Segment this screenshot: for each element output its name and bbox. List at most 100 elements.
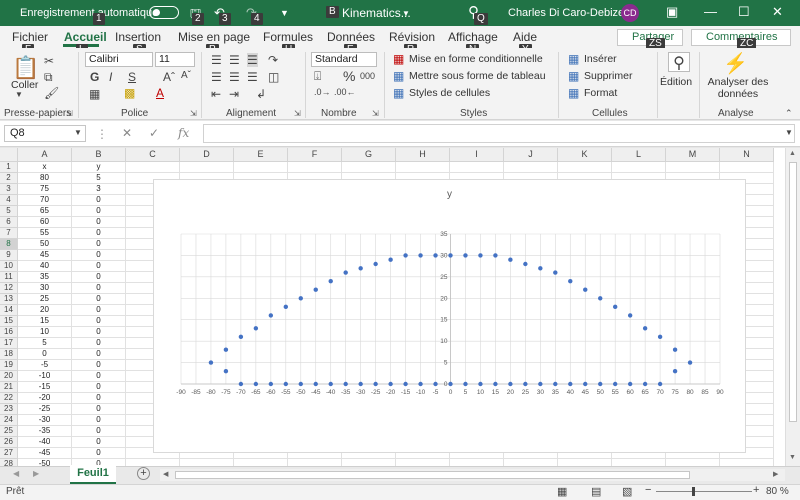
column-header-g[interactable]: G bbox=[342, 148, 396, 162]
cell-b17[interactable]: 0 bbox=[72, 338, 126, 349]
row-header-14[interactable]: 14 bbox=[0, 305, 18, 316]
cell-a1[interactable]: x bbox=[18, 162, 72, 173]
analyze-data-button[interactable]: Analyser des données bbox=[706, 76, 770, 100]
row-header-4[interactable]: 4 bbox=[0, 195, 18, 206]
cell-b14[interactable]: 0 bbox=[72, 305, 126, 316]
cell-j28[interactable] bbox=[504, 459, 558, 466]
vertical-scrollbar[interactable]: ▲ ▼ bbox=[785, 148, 800, 466]
cell-a27[interactable]: -45 bbox=[18, 448, 72, 459]
normal-view-icon[interactable]: ▦ bbox=[557, 485, 567, 498]
avatar[interactable]: CD bbox=[621, 4, 639, 22]
column-header-e[interactable]: E bbox=[234, 148, 288, 162]
row-header-23[interactable]: 23 bbox=[0, 404, 18, 415]
cell-j1[interactable] bbox=[504, 162, 558, 173]
cell-a5[interactable]: 65 bbox=[18, 206, 72, 217]
cell-a24[interactable]: -30 bbox=[18, 415, 72, 426]
cell-n1[interactable] bbox=[720, 162, 774, 173]
cell-m1[interactable] bbox=[666, 162, 720, 173]
bold-button[interactable]: G bbox=[90, 70, 99, 84]
cell-a23[interactable]: -25 bbox=[18, 404, 72, 415]
cell-e28[interactable] bbox=[234, 459, 288, 466]
cell-b19[interactable]: 0 bbox=[72, 360, 126, 371]
decrease-decimal-icon[interactable]: .00← bbox=[334, 87, 356, 97]
paste-chevron-icon[interactable]: ▼ bbox=[15, 90, 23, 99]
zoom-out-icon[interactable]: − bbox=[645, 484, 651, 496]
cell-h1[interactable] bbox=[396, 162, 450, 173]
align-middle-icon[interactable]: ☰ bbox=[229, 53, 240, 67]
column-header-n[interactable]: N bbox=[720, 148, 774, 162]
scroll-down-icon[interactable]: ▼ bbox=[789, 454, 796, 461]
autosave-toggle[interactable] bbox=[149, 6, 179, 19]
cell-b11[interactable]: 0 bbox=[72, 272, 126, 283]
editing-button[interactable]: Édition bbox=[660, 76, 692, 88]
cell-l28[interactable] bbox=[612, 459, 666, 466]
row-header-26[interactable]: 26 bbox=[0, 437, 18, 448]
cell-a14[interactable]: 20 bbox=[18, 305, 72, 316]
tab-affichage[interactable]: Affichage bbox=[448, 30, 498, 44]
row-header-6[interactable]: 6 bbox=[0, 217, 18, 228]
align-right-icon[interactable]: ☰ bbox=[247, 70, 258, 84]
zoom-in-icon[interactable]: + bbox=[753, 484, 759, 496]
cell-a26[interactable]: -40 bbox=[18, 437, 72, 448]
cell-a16[interactable]: 10 bbox=[18, 327, 72, 338]
paste-icon[interactable]: 📋 bbox=[12, 55, 39, 81]
cell-i28[interactable] bbox=[450, 459, 504, 466]
cell-b6[interactable]: 0 bbox=[72, 217, 126, 228]
cell-a10[interactable]: 40 bbox=[18, 261, 72, 272]
minimize-icon[interactable]: — bbox=[704, 4, 717, 19]
format-cells-icon[interactable]: ▦ bbox=[568, 86, 579, 100]
next-sheet-icon[interactable]: ▶ bbox=[33, 469, 39, 478]
zoom-slider-thumb[interactable] bbox=[692, 487, 695, 496]
format-painter-icon[interactable]: 🖌 bbox=[44, 86, 59, 100]
column-header-d[interactable]: D bbox=[180, 148, 234, 162]
align-left-icon[interactable]: ☰ bbox=[211, 70, 222, 84]
cell-a28[interactable]: -50 bbox=[18, 459, 72, 466]
column-header-j[interactable]: J bbox=[504, 148, 558, 162]
wrap-text-icon[interactable]: ↲ bbox=[256, 87, 266, 101]
user-name[interactable]: Charles Di Caro-Debizet bbox=[508, 7, 627, 19]
cell-b3[interactable]: 3 bbox=[72, 184, 126, 195]
row-header-24[interactable]: 24 bbox=[0, 415, 18, 426]
insert-cells-icon[interactable]: ▦ bbox=[568, 52, 579, 66]
row-header-12[interactable]: 12 bbox=[0, 283, 18, 294]
cell-b20[interactable]: 0 bbox=[72, 371, 126, 382]
cell-a25[interactable]: -35 bbox=[18, 426, 72, 437]
cell-k1[interactable] bbox=[558, 162, 612, 173]
cell-b22[interactable]: 0 bbox=[72, 393, 126, 404]
cell-a2[interactable]: 80 bbox=[18, 173, 72, 184]
increase-indent-icon[interactable]: ⇥ bbox=[229, 87, 239, 101]
cell-a3[interactable]: 75 bbox=[18, 184, 72, 195]
delete-cells-button[interactable]: Supprimer bbox=[584, 70, 632, 82]
tab-insertion[interactable]: Insertion bbox=[115, 30, 161, 44]
cell-a17[interactable]: 5 bbox=[18, 338, 72, 349]
column-header-m[interactable]: M bbox=[666, 148, 720, 162]
cell-e1[interactable] bbox=[234, 162, 288, 173]
cell-b18[interactable]: 0 bbox=[72, 349, 126, 360]
row-header-8[interactable]: 8 bbox=[0, 239, 18, 250]
clipboard-launcher-icon[interactable]: ⇲ bbox=[66, 109, 73, 118]
tab-revision[interactable]: Révision bbox=[389, 30, 435, 44]
row-header-22[interactable]: 22 bbox=[0, 393, 18, 404]
formula-input[interactable] bbox=[203, 124, 795, 143]
cell-a21[interactable]: -15 bbox=[18, 382, 72, 393]
font-size-combo[interactable]: 11 bbox=[155, 52, 195, 67]
accounting-icon[interactable]: ⍗ bbox=[314, 69, 321, 84]
cell-a6[interactable]: 60 bbox=[18, 217, 72, 228]
cell-b15[interactable]: 0 bbox=[72, 316, 126, 327]
cell-b5[interactable]: 0 bbox=[72, 206, 126, 217]
delete-cells-icon[interactable]: ▦ bbox=[568, 69, 579, 83]
zoom-level[interactable]: 80 % bbox=[766, 486, 789, 497]
row-header-7[interactable]: 7 bbox=[0, 228, 18, 239]
row-header-11[interactable]: 11 bbox=[0, 272, 18, 283]
cell-styles-button[interactable]: Styles de cellules bbox=[409, 87, 490, 99]
tab-mise-en-page[interactable]: Mise en page bbox=[178, 30, 250, 44]
scroll-right-icon[interactable]: ▶ bbox=[773, 470, 778, 478]
cell-b27[interactable]: 0 bbox=[72, 448, 126, 459]
column-header-l[interactable]: L bbox=[612, 148, 666, 162]
merge-center-icon[interactable]: ◫ bbox=[268, 70, 279, 84]
decrease-font-icon[interactable]: Aˇ bbox=[181, 70, 191, 81]
cell-b23[interactable]: 0 bbox=[72, 404, 126, 415]
add-sheet-icon[interactable]: + bbox=[137, 467, 150, 480]
cell-b9[interactable]: 0 bbox=[72, 250, 126, 261]
fill-color-icon[interactable]: ▩ bbox=[124, 86, 135, 100]
